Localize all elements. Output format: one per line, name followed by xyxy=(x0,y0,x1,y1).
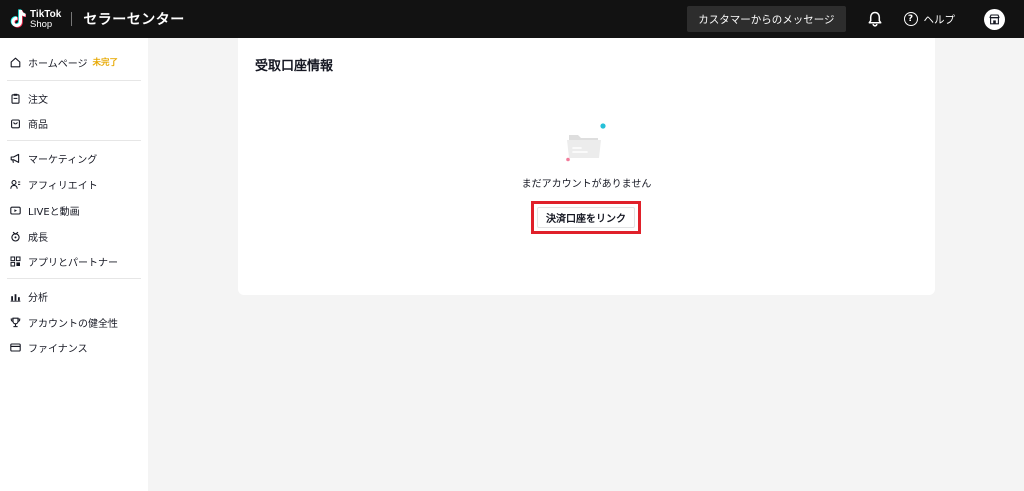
sidebar-item-home[interactable]: ホームページ 未完了 xyxy=(0,51,148,73)
sidebar-item-label: アフィリエイト xyxy=(28,180,98,192)
trophy-icon xyxy=(10,317,21,328)
sidebar-item-orders[interactable]: 注文 xyxy=(0,87,148,109)
page-title: 受取口座情報 xyxy=(255,59,334,74)
sidebar-divider xyxy=(7,278,141,279)
sidebar-divider xyxy=(7,80,141,81)
sidebar-item-marketing[interactable]: マーケティング xyxy=(0,147,148,169)
sidebar-item-label: マーケティング xyxy=(28,154,98,166)
sidebar-item-label: アプリとパートナー xyxy=(28,257,118,269)
sidebar-item-products[interactable]: 商品 xyxy=(0,112,148,134)
clipboard-icon xyxy=(10,93,21,104)
help-link[interactable]: ? ヘルプ xyxy=(903,12,956,27)
empty-folder-icon xyxy=(562,121,608,167)
app-title: セラーセンター xyxy=(83,12,185,28)
top-bar: TikTok Shop セラーセンター カスタマーからのメッセージ ? ヘルプ xyxy=(0,0,1024,38)
logo-wordmark: TikTok Shop xyxy=(30,8,62,30)
card-icon xyxy=(10,342,21,353)
sidebar-item-finance[interactable]: ファイナンス xyxy=(0,336,148,358)
help-label: ヘルプ xyxy=(923,13,956,26)
sidebar-item-label: LIVEと動画 xyxy=(28,206,80,218)
home-icon xyxy=(10,57,21,68)
help-icon: ? xyxy=(903,12,918,26)
logo-divider xyxy=(71,12,73,26)
sidebar-divider xyxy=(7,140,141,141)
logo-line1: TikTok xyxy=(30,8,62,20)
sidebar: ホームページ 未完了 注文 商品 マーケティング アフィリエイト LIVEと動画 xyxy=(0,38,148,491)
users-icon xyxy=(10,179,21,190)
sidebar-item-label: ホームページ xyxy=(28,58,88,70)
sidebar-item-label: 成長 xyxy=(28,232,48,244)
sidebar-item-label: ファイナンス xyxy=(28,343,88,355)
tiktok-shop-logo[interactable]: TikTok Shop xyxy=(10,0,61,38)
highlight-box: 決済口座をリンク xyxy=(531,201,641,234)
sidebar-item-apps-partners[interactable]: アプリとパートナー xyxy=(0,250,148,272)
sidebar-item-label: 分析 xyxy=(28,292,48,304)
customer-messages-button[interactable]: カスタマーからのメッセージ xyxy=(687,6,846,32)
sidebar-item-label: アカウントの健全性 xyxy=(28,318,118,330)
store-icon[interactable] xyxy=(984,8,1005,30)
growth-icon xyxy=(10,231,21,242)
incomplete-badge: 未完了 xyxy=(92,58,119,68)
bell-icon[interactable] xyxy=(865,9,885,29)
logo-line2: Shop xyxy=(30,18,53,30)
apps-icon xyxy=(10,256,21,267)
tiktok-logo-icon xyxy=(10,9,27,29)
receiving-account-card: 受取口座情報 まだアカウントがありません 決済口座をリンク xyxy=(238,38,935,295)
sidebar-item-account-health[interactable]: アカウントの健全性 xyxy=(0,311,148,333)
bag-icon xyxy=(10,118,21,129)
video-icon xyxy=(10,205,21,216)
sidebar-item-label: 注文 xyxy=(28,94,48,106)
sidebar-item-affiliate[interactable]: アフィリエイト xyxy=(0,173,148,195)
sidebar-item-live-video[interactable]: LIVEと動画 xyxy=(0,199,148,221)
empty-state-message: まだアカウントがありません xyxy=(521,179,652,190)
link-payment-account-button[interactable]: 決済口座をリンク xyxy=(537,207,635,228)
megaphone-icon xyxy=(10,153,21,164)
sidebar-item-label: 商品 xyxy=(28,119,48,131)
chart-icon xyxy=(10,291,21,302)
sidebar-item-growth[interactable]: 成長 xyxy=(0,225,148,247)
sidebar-item-analytics[interactable]: 分析 xyxy=(0,285,148,307)
